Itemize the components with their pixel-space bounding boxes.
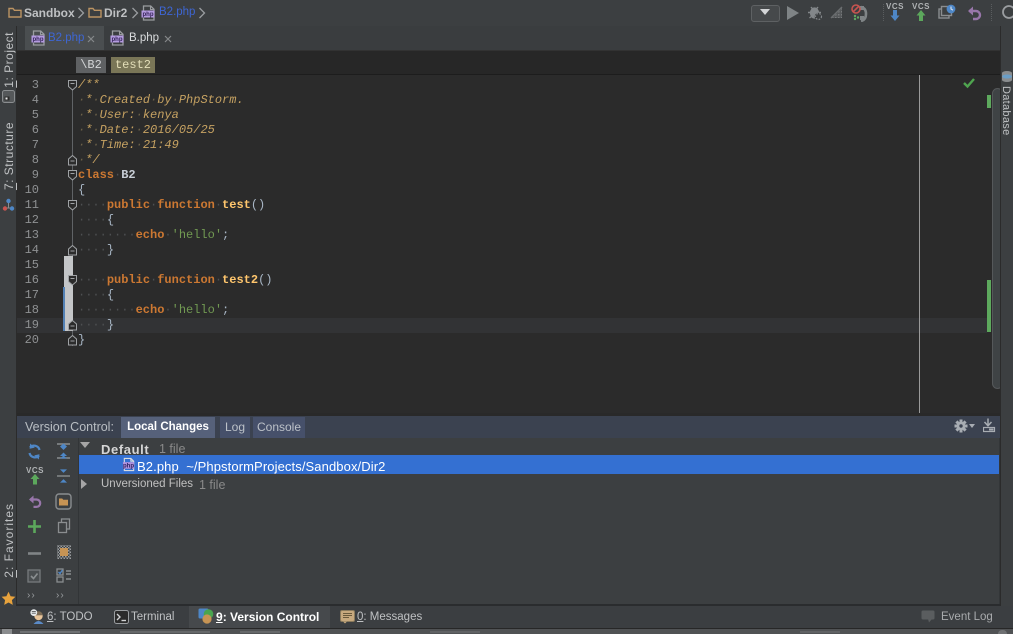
svg-text:php: php [112,37,123,43]
svg-text:php: php [123,463,134,469]
svg-text:php: php [143,12,154,18]
svg-text:php: php [33,37,44,43]
